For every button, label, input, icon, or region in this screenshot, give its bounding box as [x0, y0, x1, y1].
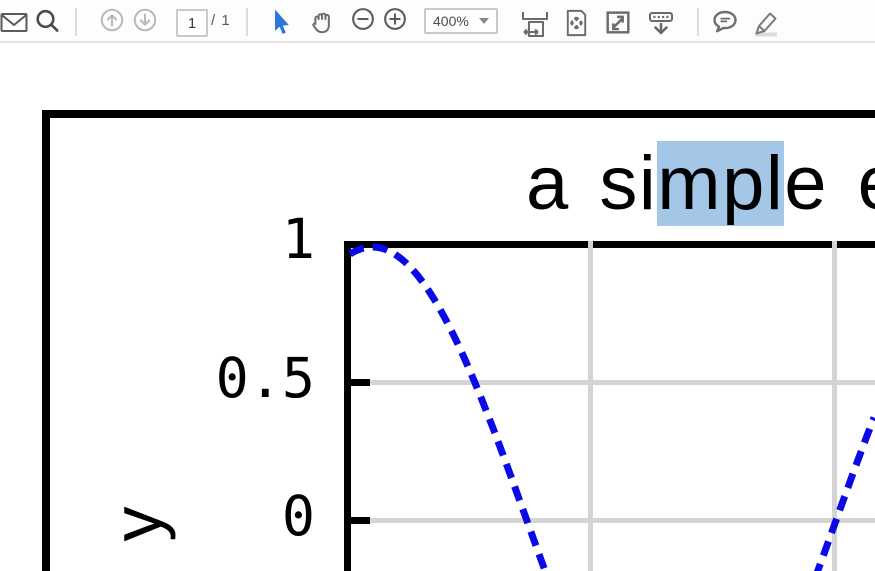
previous-page-button[interactable]: [99, 7, 125, 33]
zoom-level-select[interactable]: 400%: [424, 8, 498, 34]
toolbar-separator: [246, 8, 248, 36]
page-number-input-box: [176, 9, 208, 37]
pdf-page-canvas[interactable]: a simple e y 1 0.5 0: [0, 43, 875, 571]
fit-page-icon[interactable]: [561, 7, 592, 39]
highlighter-icon[interactable]: [747, 7, 783, 39]
hand-tool-icon[interactable]: [307, 7, 337, 37]
plot-curve: [0, 43, 875, 571]
chevron-down-icon: [479, 18, 489, 24]
select-tool-icon[interactable]: [266, 7, 294, 35]
email-icon[interactable]: [0, 7, 28, 35]
toolbar-separator: [697, 8, 699, 36]
search-icon[interactable]: [33, 7, 61, 35]
continuous-scroll-icon[interactable]: [645, 7, 677, 39]
fit-width-icon[interactable]: [519, 7, 551, 39]
page-count-label: / 1: [211, 12, 231, 29]
toolbar-separator: [75, 8, 77, 36]
zoom-level-value: 400%: [433, 13, 469, 29]
page-number-input[interactable]: [178, 11, 206, 35]
next-page-button[interactable]: [132, 7, 158, 33]
fullscreen-icon[interactable]: [603, 7, 633, 37]
zoom-out-icon[interactable]: [351, 7, 375, 31]
zoom-in-icon[interactable]: [383, 7, 407, 31]
comment-icon[interactable]: [709, 7, 741, 37]
pdf-viewer-toolbar: / 1 400%: [0, 0, 875, 43]
